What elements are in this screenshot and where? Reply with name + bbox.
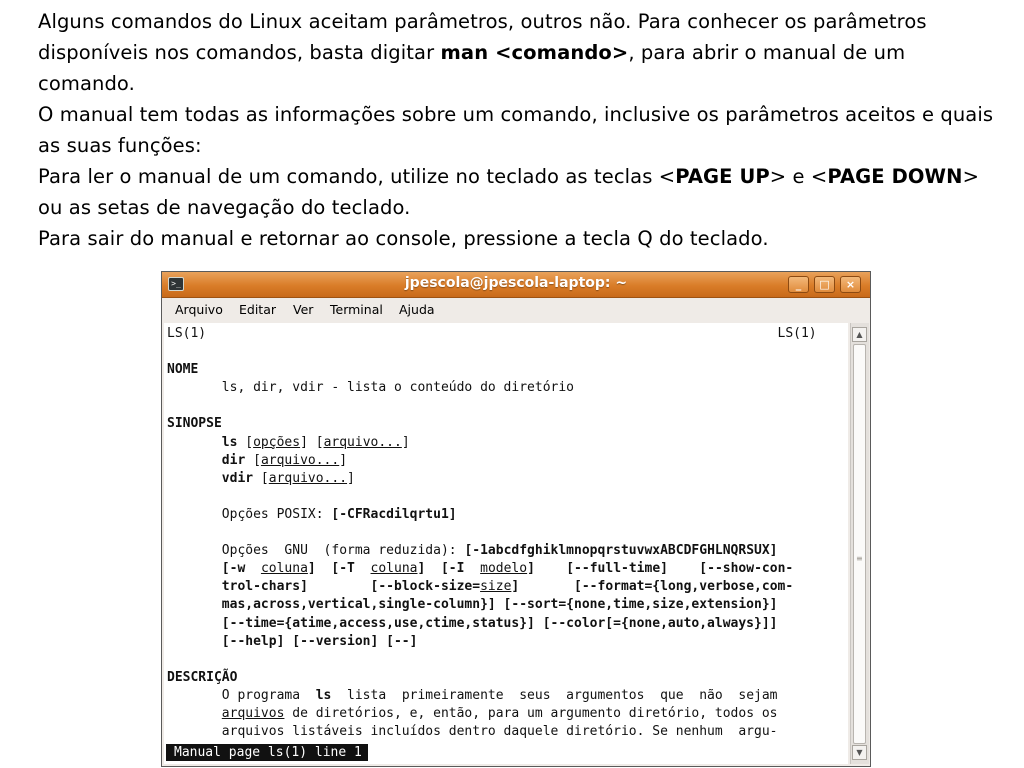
window-titlebar[interactable]: >_ jpescola@jpescola-laptop: ~ _ □ × xyxy=(162,272,870,298)
intro-p3-text: Para ler o manual de um comando, utilize… xyxy=(38,165,676,188)
gnu-options-line-6: [--help] [--version] [--] xyxy=(221,633,418,649)
arg-size: size xyxy=(480,579,512,595)
scrollbar-thumb[interactable]: ≡ xyxy=(853,344,866,744)
posix-options: [-CFRacdilqrtu1] xyxy=(331,506,457,522)
opt-block-size: [--block-size= xyxy=(370,579,481,595)
man-page-text: LS(1) LS(1) NOME ls, dir, vdir - lista o… xyxy=(167,326,817,740)
maximize-button[interactable]: □ xyxy=(814,276,835,293)
posix-label: Opções POSIX: xyxy=(221,506,332,522)
synopsis-file-arg: arquivo... xyxy=(268,470,348,486)
arg-coluna: coluna xyxy=(370,561,418,577)
close-button[interactable]: × xyxy=(840,276,861,293)
desc-arquivos: arquivos xyxy=(221,705,285,721)
scroll-down-arrow-icon[interactable]: ▼ xyxy=(852,745,867,760)
desc-line-1b: lista primeiramente seus argumentos que … xyxy=(331,687,778,703)
nome-text: ls, dir, vdir - lista o conteúdo do dire… xyxy=(221,380,574,396)
intro-paragraph-1: Alguns comandos do Linux aceitam parâmet… xyxy=(38,6,998,99)
man-header-left: LS(1) xyxy=(167,326,207,341)
section-nome: NOME xyxy=(167,362,199,378)
desc-line-3: arquivos listáveis incluídos dentro daqu… xyxy=(221,724,778,740)
opt-show-control-chars-cont: trol-chars] xyxy=(221,579,308,595)
desc-line-2: de diretórios, e, então, para um argumen… xyxy=(284,705,778,721)
synopsis-file-arg: arquivo... xyxy=(260,452,340,468)
intro-paragraph-4: Para sair do manual e retornar ao consol… xyxy=(38,227,769,250)
man-status-line: Manual page ls(1) line 1 xyxy=(166,744,368,761)
intro-text: Alguns comandos do Linux aceitam parâmet… xyxy=(38,6,998,254)
grip-icon: ≡ xyxy=(856,554,863,563)
synopsis-file-arg: arquivo... xyxy=(323,434,402,450)
menu-ver[interactable]: Ver xyxy=(293,302,313,317)
opt-full-time: [--full-time] xyxy=(566,561,668,577)
opt-show-control-chars: [--show-con- xyxy=(699,561,794,577)
menu-editar[interactable]: Editar xyxy=(239,302,276,317)
terminal-output[interactable]: LS(1) LS(1) NOME ls, dir, vdir - lista o… xyxy=(164,323,848,764)
gnu-label: Opções GNU (forma reduzida): xyxy=(221,543,465,559)
intro-p3-sep: > e < xyxy=(769,165,828,188)
opt-i: [-I xyxy=(440,561,481,577)
gnu-short-options: [-1abcdfghiklmnopqrstuvwxABCDFGHLNQRSUX] xyxy=(464,543,778,559)
vertical-scrollbar[interactable]: ▲ ≡ ▼ xyxy=(850,323,869,764)
scroll-up-arrow-icon[interactable]: ▲ xyxy=(852,327,867,342)
menu-bar: Arquivo Editar Ver Terminal Ajuda xyxy=(162,298,870,320)
opt-t: [-T xyxy=(331,561,371,577)
synopsis-options-arg: opções xyxy=(253,434,301,450)
synopsis-vdir: vdir xyxy=(221,470,254,486)
man-command-example: man <comando> xyxy=(440,41,629,64)
intro-paragraph-2: O manual tem todas as informações sobre … xyxy=(38,103,994,157)
man-header-right: LS(1) xyxy=(777,326,817,341)
desc-ls: ls xyxy=(315,687,332,703)
menu-terminal[interactable]: Terminal xyxy=(330,302,383,317)
page-up-key: PAGE UP xyxy=(675,165,770,188)
desc-line-1a: O programa xyxy=(221,687,316,703)
opt-w: [-w xyxy=(221,561,261,577)
opt-format: [--format={long,verbose,com- xyxy=(574,579,794,595)
gnu-options-line-5: [--time={atime,access,use,ctime,status}]… xyxy=(221,615,778,631)
minimize-button[interactable]: _ xyxy=(788,276,809,293)
menu-ajuda[interactable]: Ajuda xyxy=(399,302,435,317)
section-descricao: DESCRIÇÃO xyxy=(167,669,238,685)
arg-modelo: modelo xyxy=(480,561,528,577)
arg-coluna: coluna xyxy=(260,561,308,577)
synopsis-dir: dir xyxy=(221,452,246,468)
section-sinopse: SINOPSE xyxy=(167,416,222,432)
window-title: jpescola@jpescola-laptop: ~ xyxy=(404,275,628,291)
terminal-window: >_ jpescola@jpescola-laptop: ~ _ □ × Arq… xyxy=(161,271,871,767)
menu-arquivo[interactable]: Arquivo xyxy=(175,302,223,317)
synopsis-ls: ls xyxy=(221,434,238,450)
gnu-options-line-4: mas,across,vertical,single-column}] [--s… xyxy=(221,597,778,613)
intro-paragraph-3: Para ler o manual de um comando, utilize… xyxy=(38,161,998,223)
page-down-key: PAGE DOWN xyxy=(827,165,963,188)
